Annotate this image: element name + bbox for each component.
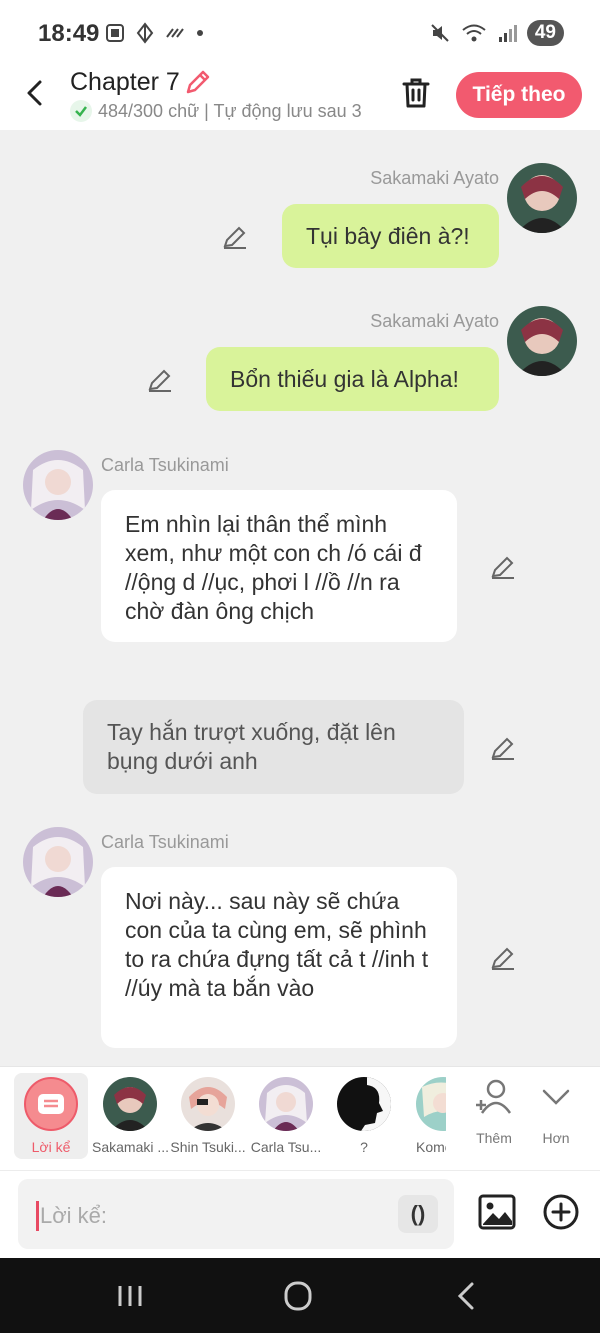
chapter-title: Chapter 7	[70, 68, 180, 96]
edit-pencil-icon[interactable]	[147, 367, 173, 393]
character-chip[interactable]: ?	[326, 1073, 402, 1155]
character-name: Sakamaki ...	[92, 1139, 168, 1155]
character-name: Shin Tsuki...	[170, 1139, 246, 1155]
input-bar: Lời kể: ()	[0, 1170, 600, 1258]
character-avatar	[181, 1077, 235, 1131]
character-name: Carla Tsu...	[250, 1139, 322, 1155]
narration-text: Tay hắn trượt xuống, đặt lên bụng dưới a…	[107, 719, 396, 774]
speaker-name: Carla Tsukinami	[101, 832, 229, 852]
home-icon[interactable]	[278, 1280, 318, 1312]
mute-icon	[431, 24, 449, 42]
signal-icon	[498, 25, 517, 42]
add-person-icon	[476, 1079, 512, 1114]
next-button[interactable]: Tiếp theo	[456, 72, 582, 118]
character-name: ?	[360, 1139, 368, 1155]
add-circle-icon[interactable]	[542, 1193, 580, 1231]
diamond-icon	[136, 22, 154, 44]
narration-input[interactable]: Lời kể: ()	[18, 1179, 454, 1249]
message-bubble[interactable]: Tụi bây điên à?!	[282, 204, 499, 268]
character-chip[interactable]: Carla Tsu...	[248, 1073, 324, 1155]
character-avatar	[337, 1077, 391, 1131]
edit-pencil-icon[interactable]	[222, 224, 248, 250]
status-time: 18:49	[38, 20, 100, 47]
recents-icon[interactable]	[110, 1280, 150, 1312]
edit-pencil-icon[interactable]	[490, 945, 516, 971]
speaker-name: Carla Tsukinami	[101, 455, 229, 475]
narration-icon	[24, 1077, 78, 1131]
message-text: Bổn thiếu gia là Alpha!	[230, 365, 459, 392]
screenshot-icon	[106, 24, 124, 42]
add-character-label: Thêm	[476, 1130, 512, 1146]
save-status: 484/300 chữ | Tự động lưu sau 3	[70, 100, 376, 122]
avatar[interactable]	[23, 450, 93, 520]
character-name: Komo	[416, 1139, 446, 1155]
character-avatar	[259, 1077, 313, 1131]
avatar[interactable]	[23, 827, 93, 897]
message-bubble[interactable]: Em nhìn lại thân thể mình xem, như một c…	[101, 490, 457, 642]
check-icon	[70, 100, 92, 122]
back-arrow-icon[interactable]	[22, 78, 48, 108]
character-avatar	[416, 1077, 446, 1131]
app-header: Chapter 7 484/300 chữ | Tự động lưu sau …	[0, 66, 600, 130]
system-nav-bar	[0, 1258, 600, 1333]
speaker-name: Sakamaki Ayato	[370, 311, 499, 331]
parentheses-button[interactable]: ()	[398, 1195, 438, 1233]
character-chip[interactable]: Komo	[404, 1073, 446, 1155]
character-avatar	[103, 1077, 157, 1131]
word-count-status: 484/300 chữ | Tự động lưu sau 3	[98, 100, 362, 121]
avatar[interactable]	[507, 163, 577, 233]
wifi-icon	[462, 24, 486, 42]
message-bubble[interactable]: Bổn thiếu gia là Alpha!	[206, 347, 499, 411]
status-left-icons	[104, 22, 206, 44]
text-caret	[36, 1201, 39, 1231]
edit-pencil-icon[interactable]	[490, 735, 516, 761]
dot-icon	[197, 30, 203, 36]
message-text: Tụi bây điên à?!	[306, 222, 470, 249]
character-chip[interactable]: Shin Tsuki...	[170, 1073, 246, 1155]
character-selector: Lời kể Sakamaki ... Shin Tsuki... Carla …	[0, 1066, 600, 1170]
back-nav-icon[interactable]	[446, 1280, 486, 1312]
narrator-label: Lời kể	[31, 1139, 71, 1155]
status-right-icons: 49	[429, 20, 564, 46]
message-bubble[interactable]: Nơi này... sau này sẽ chứa con của ta cù…	[101, 867, 457, 1048]
status-bar: 18:49 49	[0, 0, 600, 66]
avatar[interactable]	[507, 306, 577, 376]
message-text: Nơi này... sau này sẽ chứa con của ta cù…	[125, 888, 429, 1001]
more-label: Hơn	[542, 1130, 570, 1146]
narrator-chip[interactable]: Lời kể	[14, 1073, 88, 1159]
character-chip[interactable]: Sakamaki ...	[92, 1073, 168, 1155]
trash-icon[interactable]	[400, 76, 432, 110]
narration-bubble[interactable]: Tay hắn trượt xuống, đặt lên bụng dưới a…	[83, 700, 464, 794]
image-icon[interactable]	[478, 1193, 516, 1231]
edit-title-pencil-icon[interactable]	[184, 68, 212, 96]
message-text: Em nhìn lại thân thể mình xem, như một c…	[125, 511, 422, 624]
chevron-down-icon	[542, 1089, 570, 1105]
input-placeholder: Lời kể:	[40, 1203, 108, 1228]
edit-pencil-icon[interactable]	[490, 554, 516, 580]
battery-indicator: 49	[526, 20, 564, 46]
more-characters-button[interactable]: Hơn	[526, 1077, 586, 1146]
sync-icon	[166, 28, 184, 38]
speaker-name: Sakamaki Ayato	[370, 168, 499, 188]
add-character-button[interactable]: Thêm	[464, 1077, 524, 1146]
